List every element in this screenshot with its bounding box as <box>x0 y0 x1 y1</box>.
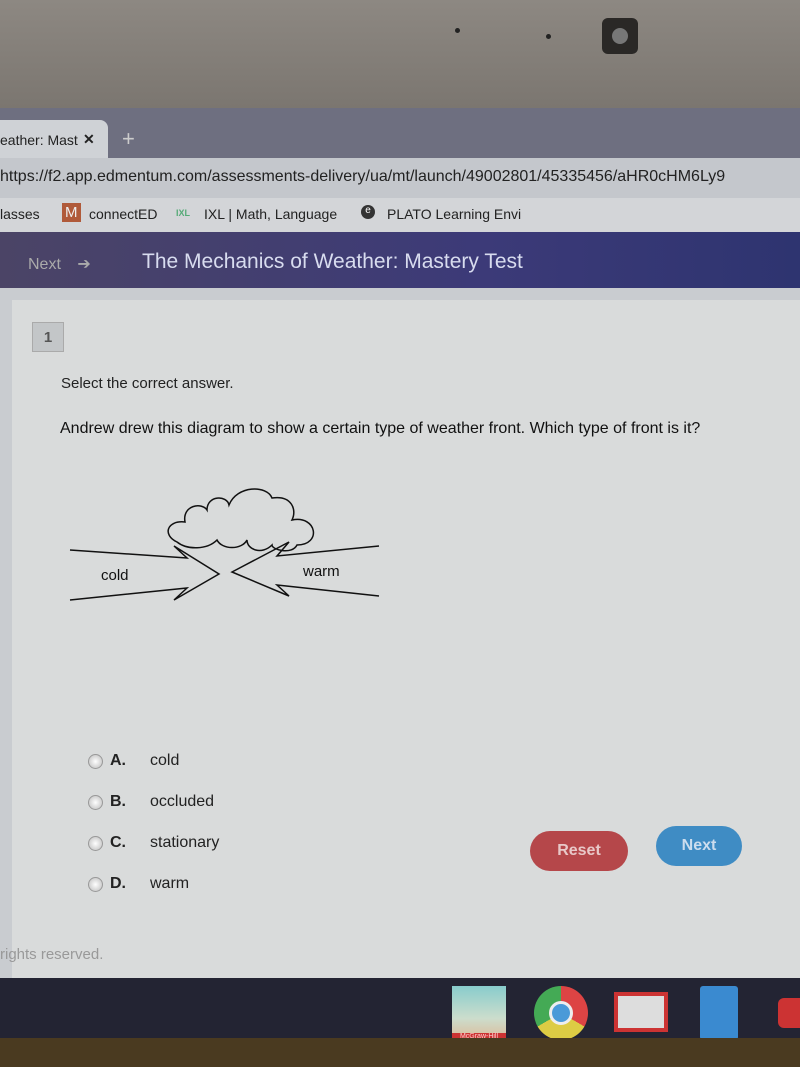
bookmark-ixl[interactable]: IXL | Math, Language <box>204 206 337 222</box>
radio-button[interactable] <box>88 795 103 810</box>
page-title: The Mechanics of Weather: Mastery Test <box>142 250 523 273</box>
next-button[interactable]: Next <box>656 826 742 866</box>
header-next-label: Next <box>28 256 61 273</box>
weather-front-diagram: cold warm <box>69 488 380 601</box>
reset-button[interactable]: Reset <box>530 831 628 871</box>
option-text: warm <box>150 875 190 892</box>
cold-arrow <box>69 545 221 601</box>
url-text[interactable]: https://f2.app.edmentum.com/assessments-… <box>0 168 725 186</box>
new-tab-button[interactable]: + <box>122 126 135 152</box>
bookmark-classes[interactable]: lasses <box>0 206 40 222</box>
gmail-icon[interactable] <box>614 992 668 1032</box>
question-text: Andrew drew this diagram to show a certa… <box>60 420 701 437</box>
copyright-footer: rights reserved. <box>0 946 104 963</box>
option-text: cold <box>150 752 180 769</box>
screen: eather: Mast ✕ + https://f2.app.edmentum… <box>0 108 800 1028</box>
question-number: 1 <box>32 322 64 352</box>
radio-button[interactable] <box>88 754 103 769</box>
option-letter: A. <box>110 752 126 769</box>
option-text: occluded <box>150 793 215 810</box>
sensor-dot <box>546 34 551 39</box>
close-icon[interactable]: ✕ <box>83 131 95 148</box>
chrome-icon[interactable] <box>534 986 588 1040</box>
cold-label: cold <box>101 567 129 584</box>
bookmarks-bar: lasses M connectED IXL IXL | Math, Langu… <box>0 198 800 232</box>
arrow-right-circle-icon: ➔ <box>77 256 91 273</box>
sensor-dot <box>455 28 460 33</box>
warm-label: warm <box>302 563 340 580</box>
tab-bar: eather: Mast ✕ + <box>0 108 800 158</box>
option-letter: D. <box>110 875 126 892</box>
os-shelf: McGraw-Hill <box>0 978 800 1040</box>
camera-icon <box>602 18 638 54</box>
mcgraw-hill-app-icon[interactable]: McGraw-Hill <box>452 986 506 1040</box>
test-header: Next ➔ The Mechanics of Weather: Mastery… <box>0 232 800 288</box>
tab-title: eather: Mast <box>0 132 78 148</box>
ixl-icon: IXL <box>176 208 191 218</box>
docs-icon[interactable] <box>700 986 738 1040</box>
laptop-bezel <box>0 0 800 108</box>
question-panel: 1 Select the correct answer. Andrew drew… <box>12 300 800 980</box>
option-text: stationary <box>150 834 220 851</box>
option-letter: C. <box>110 834 126 851</box>
connected-icon: M <box>62 203 81 222</box>
radio-button[interactable] <box>88 836 103 851</box>
header-next-button[interactable]: Next ➔ <box>28 254 91 274</box>
option-letter: B. <box>110 793 126 810</box>
radio-button[interactable] <box>88 877 103 892</box>
bookmark-plato[interactable]: PLATO Learning Envi <box>387 206 521 222</box>
youtube-icon[interactable] <box>778 998 800 1028</box>
instruction: Select the correct answer. <box>61 375 234 392</box>
laptop-edge <box>0 1038 800 1067</box>
bookmark-connected[interactable]: connectED <box>89 206 157 222</box>
plato-icon: e <box>361 205 375 219</box>
address-bar[interactable]: https://f2.app.edmentum.com/assessments-… <box>0 158 800 198</box>
browser-tab[interactable]: eather: Mast ✕ <box>0 120 108 158</box>
cloud-shape <box>167 488 315 552</box>
